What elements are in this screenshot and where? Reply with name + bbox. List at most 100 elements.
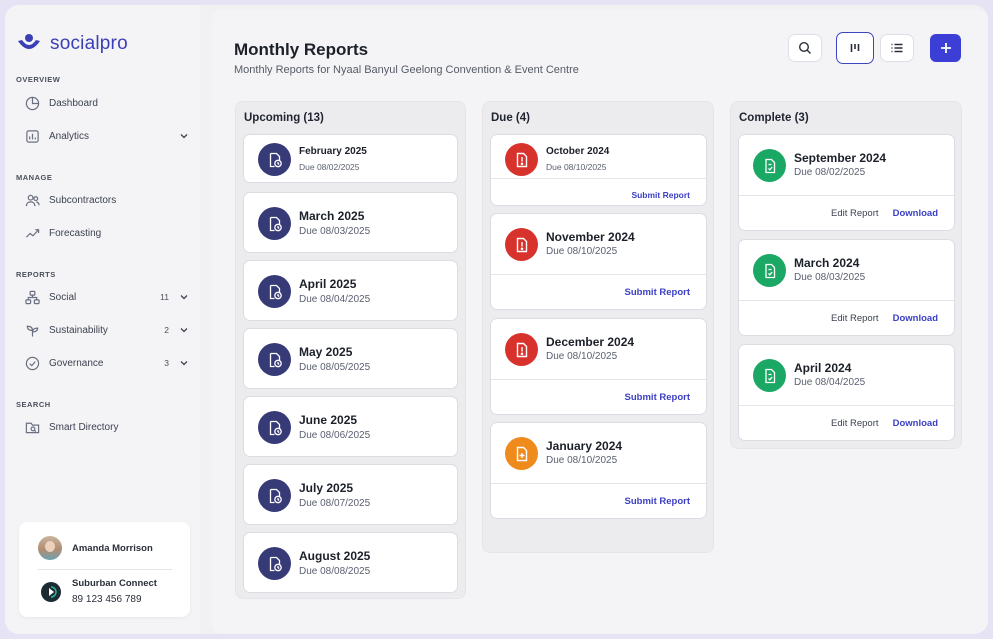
report-card[interactable]: December 2024 Due 08/10/2025 Submit Report <box>490 318 707 415</box>
user-card[interactable]: Amanda Morrison Suburban Connect 89 123 … <box>19 522 190 617</box>
download-link[interactable]: Download <box>893 208 938 219</box>
sidebar-item-label: Dashboard <box>49 97 98 109</box>
sidebar-item-label: Social <box>49 291 77 303</box>
report-due-date: Due 08/10/2025 <box>546 246 618 257</box>
report-due-date: Due 08/03/2025 <box>794 272 866 283</box>
edit-report-link[interactable]: Edit Report <box>831 208 879 219</box>
report-card[interactable]: May 2025 Due 08/05/2025 <box>243 328 458 389</box>
download-link[interactable]: Download <box>893 418 938 429</box>
card-footer <box>491 483 706 484</box>
report-card[interactable]: January 2024 Due 08/10/2025 Submit Report <box>490 422 707 519</box>
sidebar-item-subcontractors[interactable]: Subcontractors <box>24 187 189 213</box>
sidebar-item-forecasting[interactable]: Forecasting <box>24 220 189 246</box>
report-due-date: Due 08/06/2025 <box>299 430 371 441</box>
report-due-date: Due 08/03/2025 <box>299 226 371 237</box>
report-title: March 2025 <box>299 209 365 223</box>
report-due-date: Due 08/02/2025 <box>794 167 866 178</box>
report-alert-icon <box>505 143 538 176</box>
report-card[interactable]: March 2025 Due 08/03/2025 <box>243 192 458 253</box>
report-due-date: Due 08/10/2025 <box>546 351 618 362</box>
report-clock-icon <box>258 411 291 444</box>
avatar <box>38 536 62 560</box>
report-title: June 2025 <box>299 413 358 427</box>
sidebar-item-social[interactable]: Social 11 <box>24 284 189 310</box>
sidebar-item-dashboard[interactable]: Dashboard <box>24 90 189 116</box>
sprout-icon <box>24 322 40 338</box>
submit-report-link[interactable]: Submit Report <box>631 190 690 200</box>
sidebar-item-smart-directory[interactable]: Smart Directory <box>24 414 189 440</box>
report-card[interactable]: July 2025 Due 08/07/2025 <box>243 464 458 525</box>
report-add-icon <box>505 437 538 470</box>
report-title: July 2025 <box>299 481 354 495</box>
search-icon <box>798 41 811 54</box>
plus-icon <box>940 43 951 53</box>
report-due-date: Due 08/10/2025 <box>546 162 607 172</box>
report-title: October 2024 <box>546 146 610 157</box>
sidebar-item-label: Analytics <box>49 130 90 142</box>
kanban-icon <box>850 44 860 52</box>
report-card[interactable]: February 2025 Due 08/02/2025 <box>243 134 458 183</box>
sidebar-item-label: Governance <box>49 357 104 369</box>
submit-report-link[interactable]: Submit Report <box>625 496 690 507</box>
add-report-button[interactable] <box>930 34 961 62</box>
users-icon <box>24 192 40 208</box>
user-name: Amanda Morrison <box>72 543 153 554</box>
report-due-date: Due 08/04/2025 <box>299 294 371 305</box>
download-link[interactable]: Download <box>893 313 938 324</box>
report-title: December 2024 <box>546 335 635 349</box>
search-button[interactable] <box>788 34 822 62</box>
report-card[interactable]: April 2024 Due 08/04/2025 Edit Report Downl… <box>738 344 955 441</box>
report-clock-icon <box>258 207 291 240</box>
report-complete-icon <box>753 359 786 392</box>
chevron-down-icon[interactable] <box>179 292 189 302</box>
company-phone: 89 123 456 789 <box>72 594 142 605</box>
report-clock-icon <box>258 275 291 308</box>
sidebar-item-label: Smart Directory <box>49 421 119 433</box>
card-footer <box>739 405 954 406</box>
main-content: Monthly Reports Monthly Reports for Nyaa… <box>212 10 988 634</box>
report-alert-icon <box>505 333 538 366</box>
report-due-date: Due 08/05/2025 <box>299 362 371 373</box>
report-card[interactable]: August 2025 Due 08/08/2025 <box>243 532 458 593</box>
folder-search-icon <box>24 419 40 435</box>
analytics-icon <box>24 128 40 144</box>
report-title: April 2024 <box>794 361 852 375</box>
column-title: Due (4) <box>491 112 530 124</box>
list-icon <box>891 43 903 53</box>
report-card[interactable]: June 2025 Due 08/06/2025 <box>243 396 458 457</box>
report-clock-icon <box>258 547 291 580</box>
report-card[interactable]: April 2025 Due 08/04/2025 <box>243 260 458 321</box>
report-alert-icon <box>505 228 538 261</box>
network-icon <box>24 289 40 305</box>
report-card[interactable]: March 2024 Due 08/03/2025 Edit Report Downl… <box>738 239 955 336</box>
report-title: February 2025 <box>299 146 367 157</box>
company-logo-icon <box>41 582 61 602</box>
board-view-button[interactable] <box>836 32 874 64</box>
submit-report-link[interactable]: Submit Report <box>625 392 690 403</box>
chevron-down-icon[interactable] <box>179 358 189 368</box>
sidebar-item-sustainability[interactable]: Sustainability 2 <box>24 317 189 343</box>
report-title: November 2024 <box>546 230 635 244</box>
report-card[interactable]: November 2024 Due 08/10/2025 Submit Report <box>490 213 707 310</box>
submit-report-link[interactable]: Submit Report <box>625 287 690 298</box>
sidebar-item-governance[interactable]: Governance 3 <box>24 350 189 376</box>
report-title: January 2024 <box>546 439 623 453</box>
card-footer <box>739 300 954 301</box>
report-card[interactable]: October 2024 Due 08/10/2025 Submit Report <box>490 134 707 206</box>
list-view-button[interactable] <box>880 34 914 62</box>
column-due: Due (4) October 2024 Due 08/10/2025 Submit… <box>482 101 714 553</box>
report-due-date: Due 08/02/2025 <box>299 162 360 172</box>
report-card[interactable]: September 2024 Due 08/02/2025 Edit Report D… <box>738 134 955 231</box>
app-logo[interactable]: socialpro <box>16 33 128 55</box>
sidebar-item-label: Sustainability <box>49 324 108 336</box>
edit-report-link[interactable]: Edit Report <box>831 418 879 429</box>
report-title: May 2025 <box>299 345 353 359</box>
sidebar-item-analytics[interactable]: Analytics <box>24 123 189 149</box>
chevron-down-icon[interactable] <box>179 131 189 141</box>
column-title: Complete (3) <box>739 112 809 124</box>
edit-report-link[interactable]: Edit Report <box>831 313 879 324</box>
sidebar-item-label: Subcontractors <box>49 194 117 206</box>
report-title: August 2025 <box>299 549 371 563</box>
card-footer <box>491 274 706 275</box>
chevron-down-icon[interactable] <box>179 325 189 335</box>
